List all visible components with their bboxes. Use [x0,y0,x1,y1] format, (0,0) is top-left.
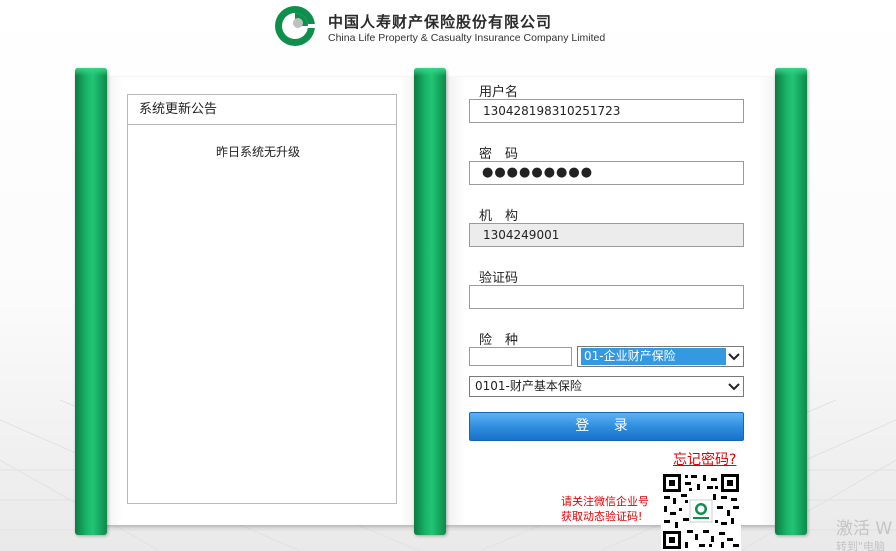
right-pillar [775,68,807,535]
login-button[interactable]: 登 录 [469,412,744,441]
insurance-type-select[interactable]: 01-企业财产保险 [577,346,744,367]
username-input[interactable]: 130428198310251723 [469,99,744,123]
notice-body: 昨日系统无升级 [215,145,300,159]
windows-activation-watermark: 激活 W [836,519,893,539]
system-notice-box: 系统更新公告 昨日系统无升级 [127,94,397,504]
product-select[interactable]: 0101-财产基本保险 [469,376,744,397]
captcha-label: 验证码 [479,271,519,286]
left-pillar [75,68,107,535]
qr-note-line1: 请关注微信企业号 [561,495,649,508]
insurance-code-input[interactable] [469,347,572,366]
company-header: 中国人寿财产保险股份有限公司 China Life Property & Cas… [274,5,606,49]
org-label: 机 构 [479,209,519,224]
org-field: 1304249001 [469,223,744,247]
windows-activation-watermark-subtitle: 转到"电脑 [836,540,886,551]
chevron-down-icon [728,383,740,391]
insurance-label: 险 种 [479,333,519,348]
username-label: 用户名 [479,85,519,100]
product-selected: 0101-财产基本保险 [475,379,582,393]
password-label: 密 码 [479,147,519,162]
chevron-down-icon [728,353,740,361]
middle-pillar [414,68,446,535]
qr-note-line2: 获取动态验证码! [561,510,643,523]
wechat-qr-code-icon [661,472,741,551]
captcha-input[interactable] [469,285,744,309]
password-input[interactable]: ●●●●●●●●● [469,161,744,185]
insurance-type-selected: 01-企业财产保险 [581,348,726,365]
notice-title: 系统更新公告 [128,95,396,125]
company-name-en: China Life Property & Casualty Insurance… [328,32,606,44]
qr-note: 请关注微信企业号 获取动态验证码! [561,494,649,524]
company-logo-icon [275,6,315,46]
forgot-password-link[interactable]: 忘记密码? [673,449,736,469]
company-name-cn: 中国人寿财产保险股份有限公司 [328,13,553,31]
